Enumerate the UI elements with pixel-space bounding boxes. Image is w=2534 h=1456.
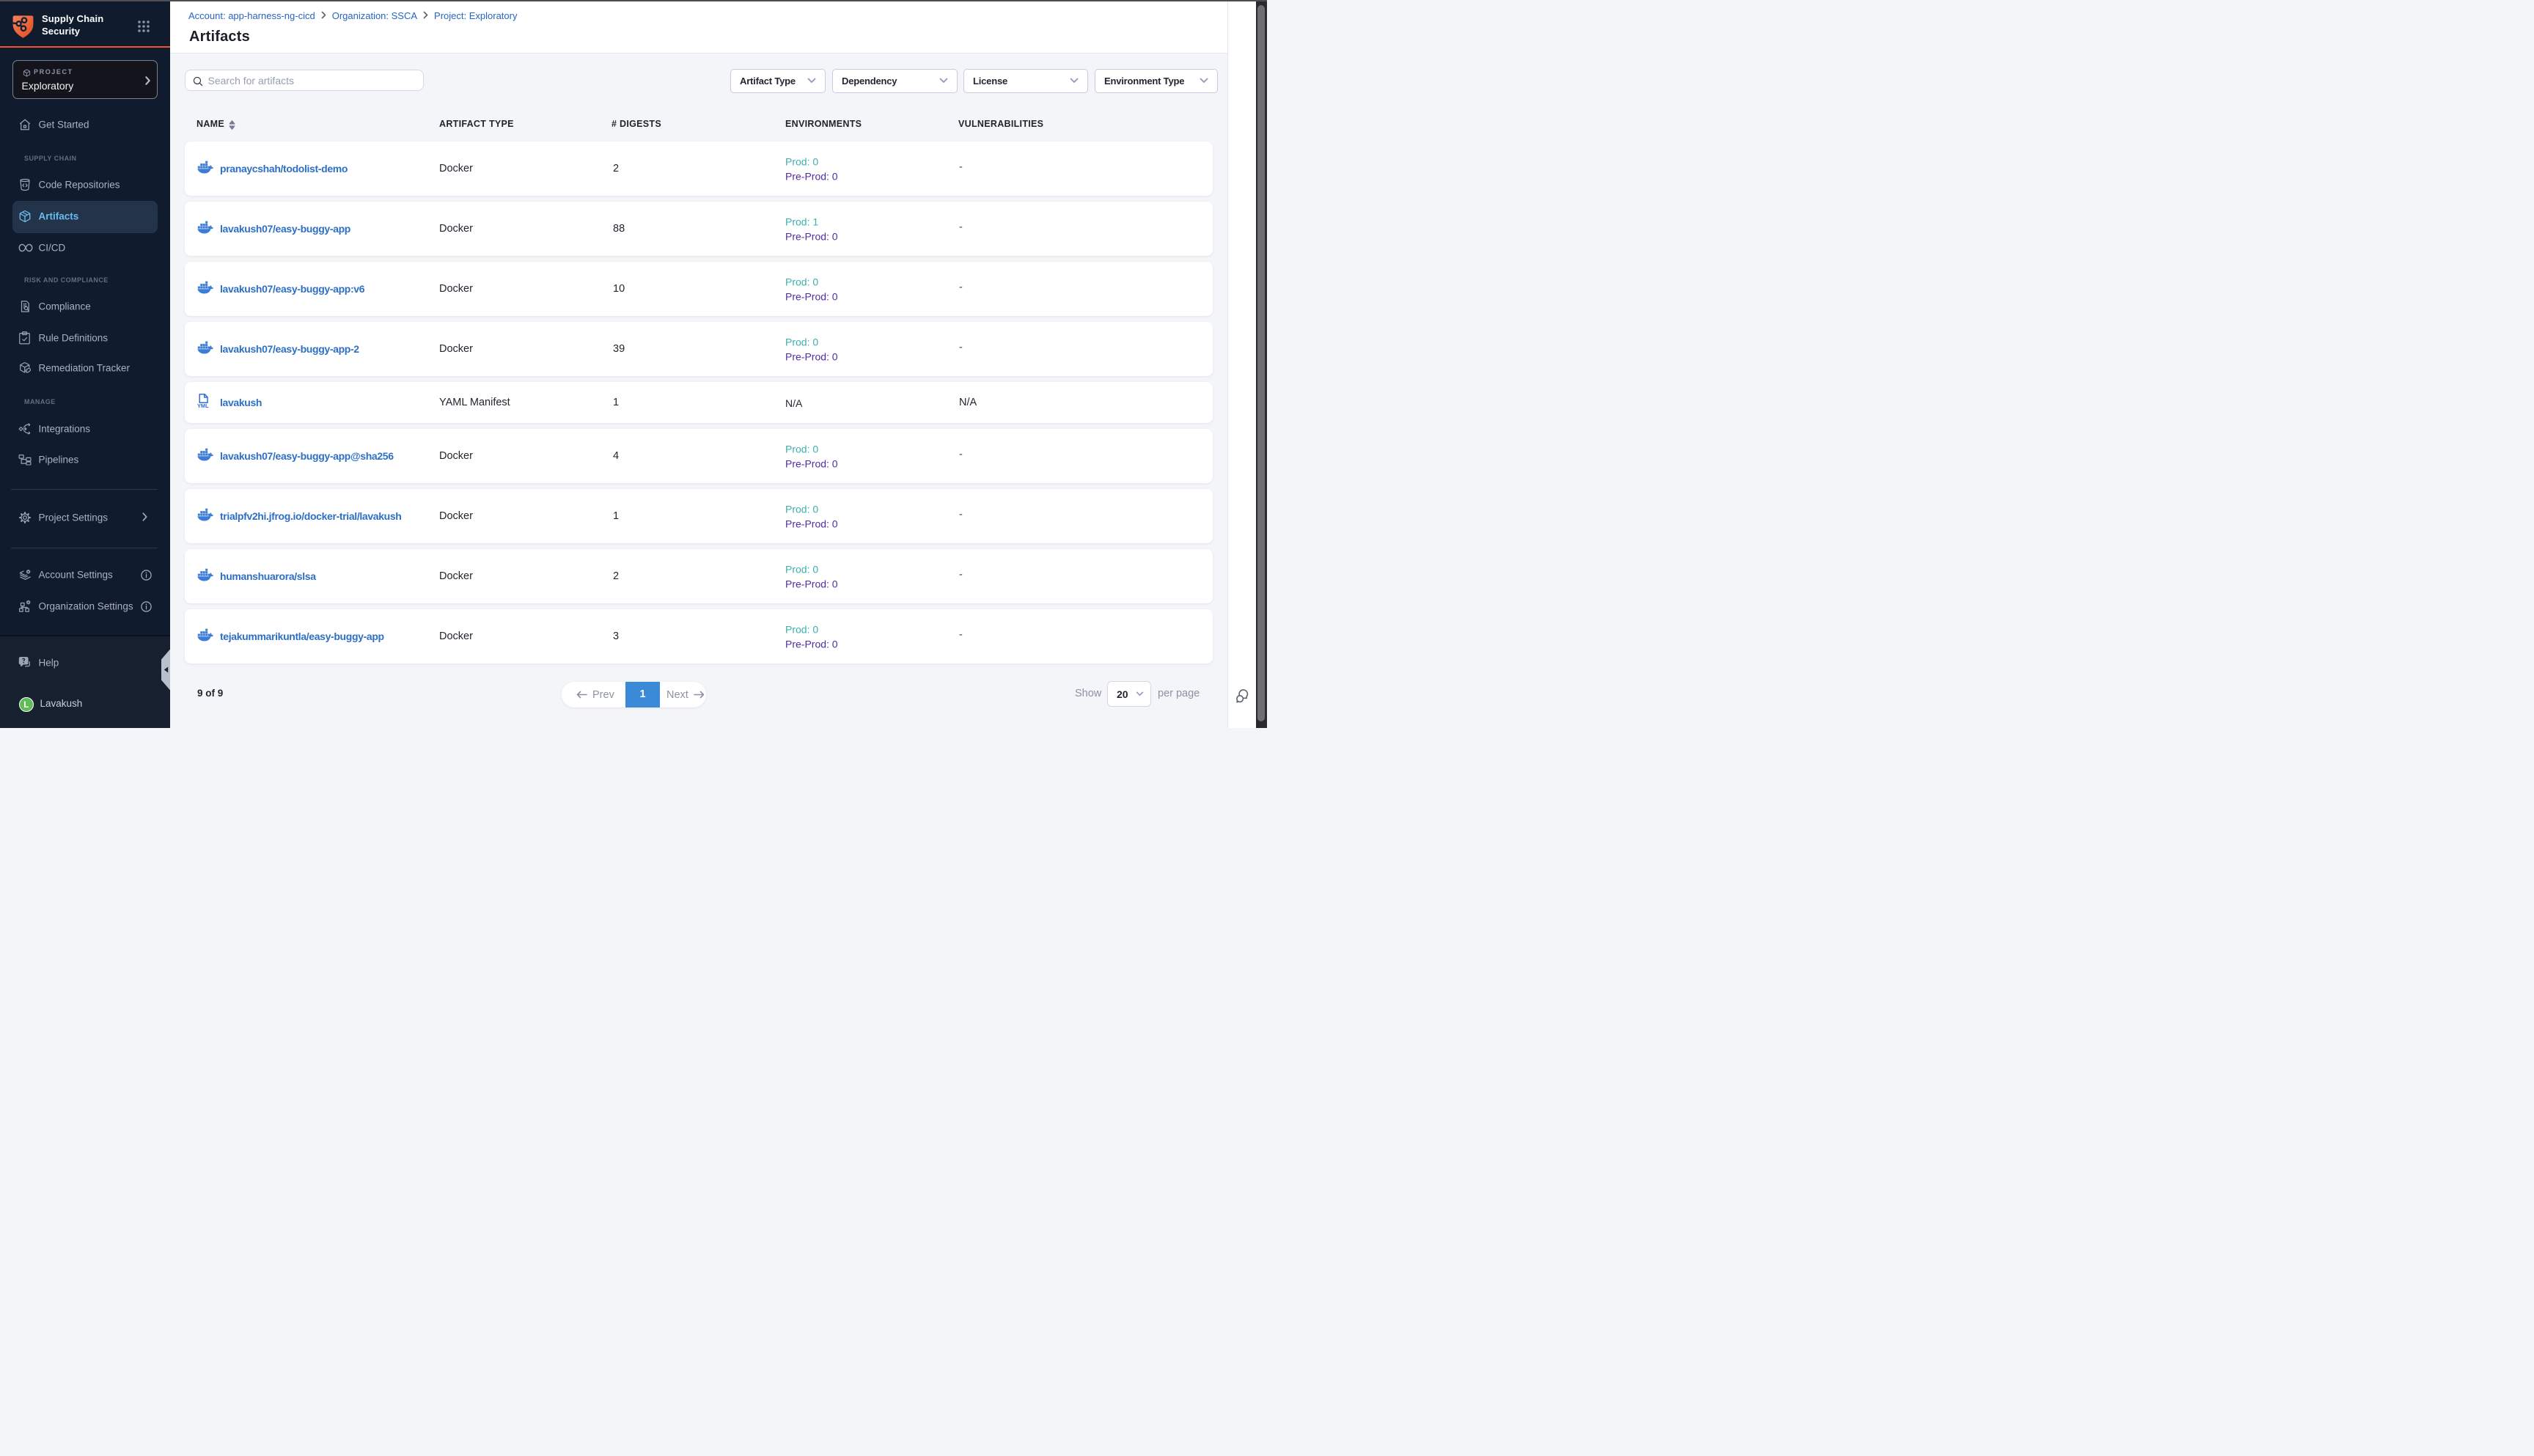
svg-text:YML: YML — [197, 402, 209, 408]
